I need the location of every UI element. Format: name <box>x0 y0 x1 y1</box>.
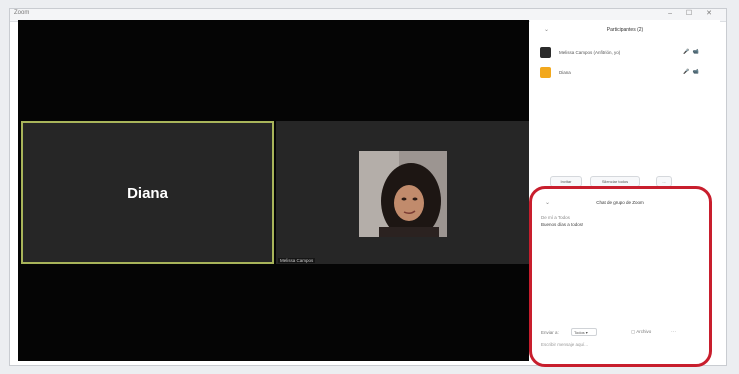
tile-name-diana: Diana <box>127 185 168 202</box>
participants-title: Participantes (2) <box>606 27 644 33</box>
file-label: Archivo <box>636 329 652 334</box>
video-tile-diana[interactable]: Diana <box>21 121 274 264</box>
video-area: Diana Melissa Campos <box>18 20 529 361</box>
chat-panel: ⌄ Chat de grupo de Zoom De mí a Todos Bu… <box>531 186 709 358</box>
window-controls[interactable]: – ☐ ✕ <box>668 9 718 17</box>
tile-name-melissa: Melissa Campos <box>278 258 316 263</box>
participants-header: ⌄ Participantes (2) <box>530 22 720 36</box>
window-title: Zoom <box>14 10 30 16</box>
participant-row[interactable]: Melissa Campos (Anfitrión, yo) 🎤 📹 <box>540 47 700 59</box>
chat-message-input[interactable]: Escribir mensaje aquí... <box>541 342 588 347</box>
send-to-label: Enviar a: <box>541 330 559 335</box>
file-button[interactable]: ▢ Archivo <box>631 329 651 335</box>
camera-feed <box>359 151 447 237</box>
participant-name: Melissa Campos (Anfitrión, yo) <box>559 50 621 55</box>
camera-image <box>359 151 447 237</box>
file-icon: ▢ <box>631 329 636 334</box>
message-text: Buenos días a todos! <box>541 222 584 227</box>
participant-row[interactable]: Diana 🎤 📹 <box>540 67 700 79</box>
video-tile-melissa[interactable]: Melissa Campos <box>276 121 529 264</box>
mic-camera-icons[interactable]: 🎤 📹 <box>683 49 700 55</box>
screen: Zoom – ☐ ✕ Diana Melissa Campos ⌄ Partic… <box>0 0 739 374</box>
message-sender: De mí a Todos <box>541 215 570 220</box>
chat-more-button[interactable]: ··· <box>671 329 676 335</box>
recipient-select[interactable]: Todos ▾ <box>571 328 597 336</box>
avatar <box>540 67 551 78</box>
chat-title: Chat de grupo de Zoom <box>596 200 644 205</box>
participant-name: Diana <box>559 70 571 75</box>
mic-camera-icons[interactable]: 🎤 📹 <box>683 69 700 75</box>
avatar <box>540 47 551 58</box>
